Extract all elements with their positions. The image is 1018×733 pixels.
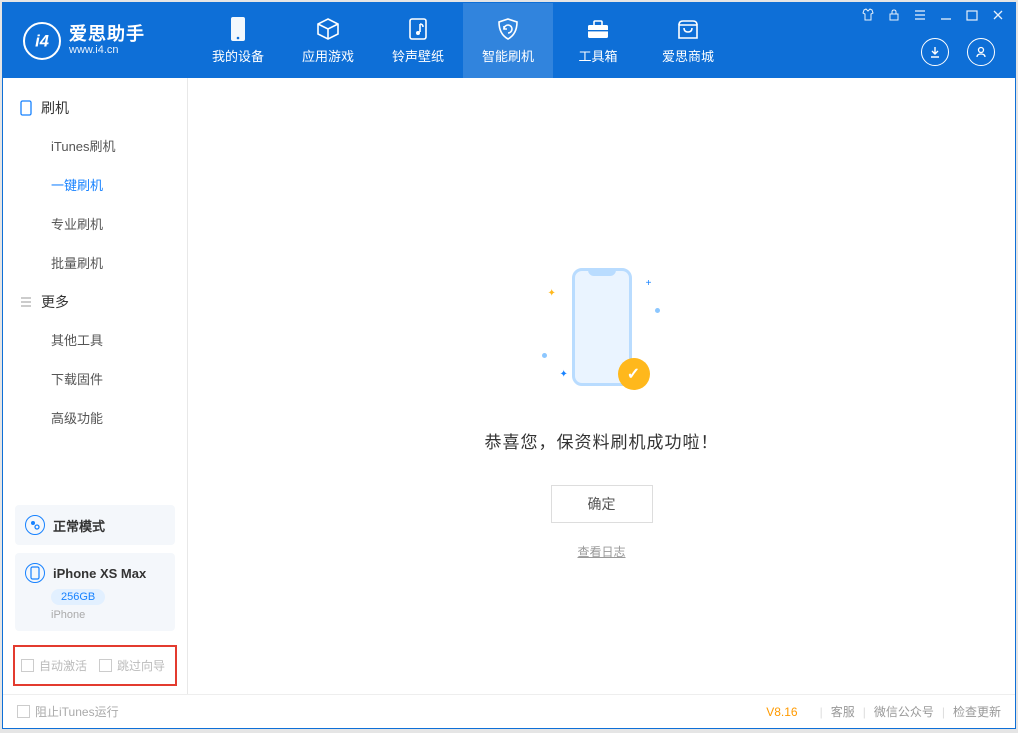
user-icon[interactable] [967,38,995,66]
nav-tab-device[interactable]: 我的设备 [193,3,283,78]
wechat-link[interactable]: 微信公众号 [874,703,934,720]
checkbox-label: 阻止iTunes运行 [35,703,119,720]
mode-icon [25,515,45,535]
footer-right: V8.16 | 客服 | 微信公众号 | 检查更新 [766,703,1001,720]
header-right-actions [921,38,995,66]
view-log-link[interactable]: 查看日志 [577,543,625,560]
phone-icon [225,16,251,42]
success-illustration: ✦ + ✦ ✓ [532,258,672,398]
mode-label: 正常模式 [53,516,105,535]
nav-label: 智能刷机 [482,46,534,65]
nav-label: 应用游戏 [302,46,354,65]
section-label: 刷机 [41,98,69,118]
checkbox-icon [17,705,30,718]
sidebar-item-advanced[interactable]: 高级功能 [3,398,187,437]
nav-tab-toolbox[interactable]: 工具箱 [553,3,643,78]
tshirt-icon[interactable] [861,8,875,22]
highlighted-options: 自动激活 跳过向导 [13,645,177,686]
music-icon [405,16,431,42]
logo-block: i4 爱思助手 www.i4.cn [3,22,193,60]
menu-icon[interactable] [913,8,927,22]
storage-badge: 256GB [51,589,105,605]
nav-tab-flash[interactable]: 智能刷机 [463,3,553,78]
device-card[interactable]: iPhone XS Max 256GB iPhone [15,553,175,631]
logo-icon: i4 [23,22,61,60]
sidebar: 刷机 iTunes刷机 一键刷机 专业刷机 批量刷机 更多 其他工具 下载固件 … [3,78,188,694]
close-icon[interactable] [991,8,1005,22]
ok-button[interactable]: 确定 [551,485,653,523]
mode-card[interactable]: 正常模式 [15,505,175,545]
nav-label: 我的设备 [212,46,264,65]
checkbox-auto-activate[interactable]: 自动激活 [21,657,87,674]
maximize-icon[interactable] [965,8,979,22]
phone-outline-icon [19,101,33,115]
sparkle-icon: + [646,278,652,289]
checkbox-skip-guide[interactable]: 跳过向导 [99,657,165,674]
checkbox-block-itunes[interactable]: 阻止iTunes运行 [17,703,119,720]
customer-service-link[interactable]: 客服 [831,703,855,720]
nav-tab-store[interactable]: 爱思商城 [643,3,733,78]
nav-label: 铃声壁纸 [392,46,444,65]
nav-label: 工具箱 [578,46,617,65]
checkbox-icon [21,659,34,672]
checkbox-label: 跳过向导 [117,657,165,674]
dot-icon [655,308,660,313]
check-update-link[interactable]: 检查更新 [953,703,1001,720]
sidebar-section-more: 更多 [3,282,187,320]
nav-label: 爱思商城 [662,46,714,65]
download-icon[interactable] [921,38,949,66]
device-name: iPhone XS Max [53,566,146,581]
app-window: i4 爱思助手 www.i4.cn 我的设备 应用游戏 铃声壁纸 智能刷 [2,2,1016,729]
checkbox-label: 自动激活 [39,657,87,674]
sidebar-item-download-firmware[interactable]: 下载固件 [3,359,187,398]
separator: | [942,705,945,719]
success-message: 恭喜您，保资料刷机成功啦！ [485,428,719,453]
device-type: iPhone [51,609,165,621]
nav-tab-ringtones[interactable]: 铃声壁纸 [373,3,463,78]
minimize-icon[interactable] [939,8,953,22]
sidebar-item-other-tools[interactable]: 其他工具 [3,320,187,359]
check-badge-icon: ✓ [618,358,650,390]
footer-left: 阻止iTunes运行 [17,703,119,720]
sparkle-icon: ✦ [548,288,556,299]
logo-text: 爱思助手 www.i4.cn [69,25,145,57]
separator: | [820,705,823,719]
body: 刷机 iTunes刷机 一键刷机 专业刷机 批量刷机 更多 其他工具 下载固件 … [3,78,1015,694]
sidebar-item-pro-flash[interactable]: 专业刷机 [3,204,187,243]
checkbox-icon [99,659,112,672]
app-name: 爱思助手 [69,25,145,45]
separator: | [863,705,866,719]
list-icon [19,295,33,309]
device-cards: 正常模式 iPhone XS Max 256GB iPhone [3,495,187,639]
device-icon [25,563,45,583]
svg-text:i4: i4 [35,32,49,50]
footer: 阻止iTunes运行 V8.16 | 客服 | 微信公众号 | 检查更新 [3,694,1015,728]
cube-icon [315,16,341,42]
window-controls [861,8,1005,22]
sparkle-icon: ✦ [560,369,568,380]
app-url: www.i4.cn [69,44,145,56]
section-label: 更多 [41,292,69,312]
phone-notch [588,268,616,276]
header: i4 爱思助手 www.i4.cn 我的设备 应用游戏 铃声壁纸 智能刷 [3,3,1015,78]
dot-icon [542,353,547,358]
main-content: ✦ + ✦ ✓ 恭喜您，保资料刷机成功啦！ 确定 查看日志 [188,78,1015,694]
sidebar-item-itunes-flash[interactable]: iTunes刷机 [3,126,187,165]
toolbox-icon [585,16,611,42]
nav-tabs: 我的设备 应用游戏 铃声壁纸 智能刷机 工具箱 爱思商城 [193,3,733,78]
version-label: V8.16 [766,705,797,719]
sidebar-item-one-click-flash[interactable]: 一键刷机 [3,165,187,204]
refresh-shield-icon [495,16,521,42]
sidebar-item-batch-flash[interactable]: 批量刷机 [3,243,187,282]
lock-icon[interactable] [887,8,901,22]
store-icon [675,16,701,42]
sidebar-section-flash: 刷机 [3,88,187,126]
nav-tab-apps[interactable]: 应用游戏 [283,3,373,78]
